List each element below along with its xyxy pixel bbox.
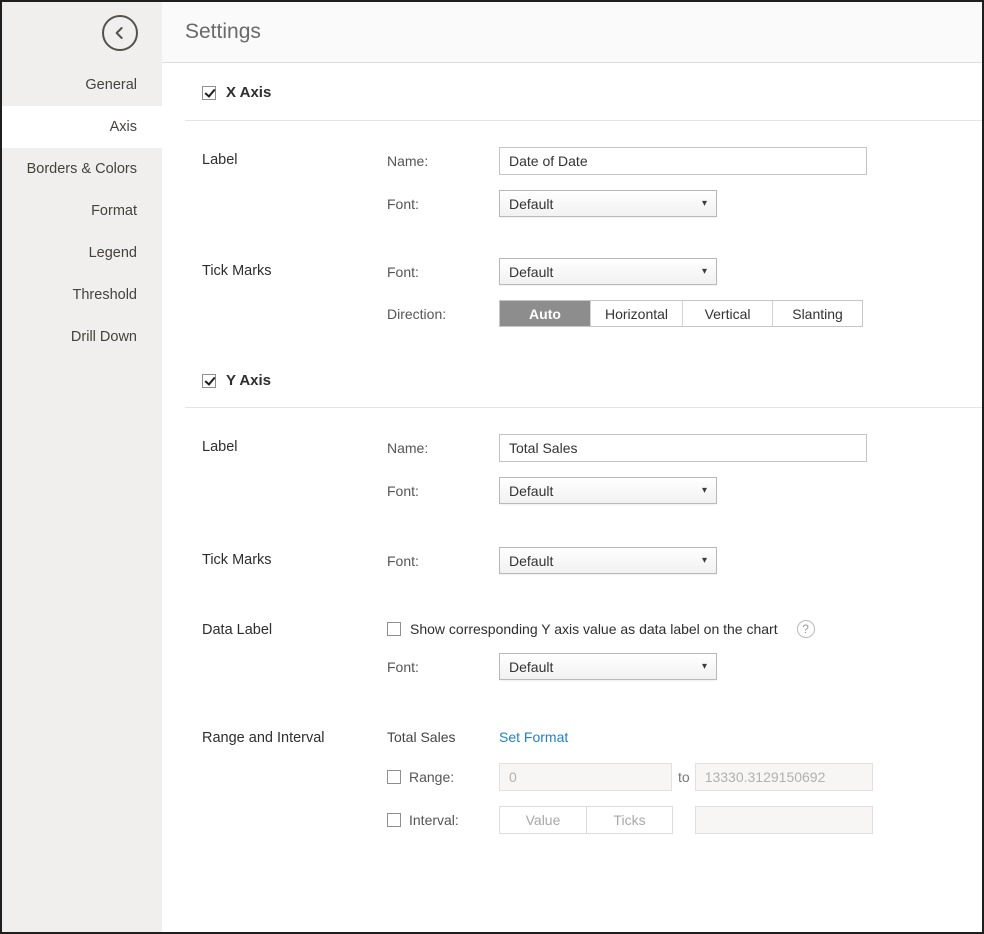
direction-option-slanting[interactable]: Slanting bbox=[772, 301, 862, 326]
sidebar-item-general[interactable]: General bbox=[2, 64, 162, 106]
y-axis-tick-font-select[interactable]: Default ▾ bbox=[499, 547, 717, 574]
dropdown-arrow-icon: ▾ bbox=[702, 267, 707, 277]
dropdown-arrow-icon: ▾ bbox=[702, 662, 707, 672]
series-name: Total Sales bbox=[387, 729, 499, 745]
selected-font: Default bbox=[509, 483, 553, 499]
y-axis-checkbox[interactable] bbox=[202, 374, 216, 388]
selected-font: Default bbox=[509, 196, 553, 212]
range-to-text: to bbox=[678, 769, 690, 785]
divider bbox=[185, 120, 982, 121]
settings-content: X Axis Label Name: Font: Default ▾ bbox=[162, 63, 982, 932]
tick-marks-section-title: Tick Marks bbox=[202, 547, 387, 589]
range-interval-section: Range and Interval Total Sales Set Forma… bbox=[185, 725, 982, 849]
sidebar-item-axis[interactable]: Axis bbox=[2, 106, 162, 148]
sidebar-nav: General Axis Borders & Colors Format Leg… bbox=[2, 64, 162, 358]
range-checkbox[interactable] bbox=[387, 770, 401, 784]
sidebar: General Axis Borders & Colors Format Leg… bbox=[2, 2, 162, 932]
x-axis-tick-marks-section: Tick Marks Font: Default ▾ Direction: Au… bbox=[185, 258, 982, 342]
interval-label: Interval: bbox=[409, 812, 499, 828]
y-axis-name-input[interactable] bbox=[499, 434, 867, 462]
back-button-area bbox=[2, 2, 162, 64]
interval-ticks-input bbox=[586, 806, 673, 834]
x-axis-tick-font-select[interactable]: Default ▾ bbox=[499, 258, 717, 285]
selected-font: Default bbox=[509, 553, 553, 569]
direction-segmented-control: Auto Horizontal Vertical Slanting bbox=[499, 300, 863, 327]
font-label: Font: bbox=[387, 553, 499, 569]
direction-option-horizontal[interactable]: Horizontal bbox=[590, 301, 682, 326]
show-data-label-checkbox[interactable] bbox=[387, 622, 401, 636]
y-axis-label-font-select[interactable]: Default ▾ bbox=[499, 477, 717, 504]
y-axis-tick-marks-section: Tick Marks Font: Default ▾ bbox=[185, 547, 982, 589]
sidebar-item-threshold[interactable]: Threshold bbox=[2, 274, 162, 316]
x-axis-checkbox[interactable] bbox=[202, 86, 216, 100]
font-label: Font: bbox=[387, 196, 499, 212]
range-interval-section-title: Range and Interval bbox=[202, 725, 387, 849]
data-label-section-title: Data Label bbox=[202, 617, 387, 695]
page-title: Settings bbox=[185, 20, 261, 44]
sidebar-item-legend[interactable]: Legend bbox=[2, 232, 162, 274]
font-label: Font: bbox=[387, 264, 499, 280]
settings-header: Settings bbox=[162, 2, 982, 63]
set-format-link[interactable]: Set Format bbox=[499, 729, 568, 745]
interval-value-ticks-pair bbox=[499, 806, 673, 834]
name-label: Name: bbox=[387, 153, 499, 169]
direction-label: Direction: bbox=[387, 306, 499, 322]
dropdown-arrow-icon: ▾ bbox=[702, 556, 707, 566]
back-button[interactable] bbox=[102, 15, 138, 51]
chevron-left-icon bbox=[110, 23, 130, 43]
data-label-font-select[interactable]: Default ▾ bbox=[499, 653, 717, 680]
font-label: Font: bbox=[387, 483, 499, 499]
interval-checkbox[interactable] bbox=[387, 813, 401, 827]
label-section-title: Label bbox=[202, 434, 387, 519]
y-axis-toggle-row: Y Axis bbox=[185, 342, 982, 407]
sidebar-item-borders-colors[interactable]: Borders & Colors bbox=[2, 148, 162, 190]
x-axis-label-font-select[interactable]: Default ▾ bbox=[499, 190, 717, 217]
range-label: Range: bbox=[409, 769, 499, 785]
tick-marks-section-title: Tick Marks bbox=[202, 258, 387, 342]
dropdown-arrow-icon: ▾ bbox=[702, 486, 707, 496]
label-section-title: Label bbox=[202, 147, 387, 232]
y-axis-label-section: Label Name: Font: Default ▾ bbox=[185, 434, 982, 519]
direction-option-vertical[interactable]: Vertical bbox=[682, 301, 772, 326]
divider bbox=[185, 407, 982, 408]
sidebar-item-drill-down[interactable]: Drill Down bbox=[2, 316, 162, 358]
help-icon[interactable]: ? bbox=[797, 620, 815, 638]
show-data-label-text: Show corresponding Y axis value as data … bbox=[410, 621, 778, 637]
x-axis-name-input[interactable] bbox=[499, 147, 867, 175]
interval-value-input bbox=[499, 806, 586, 834]
main-panel: Settings X Axis Label Name: Font: bbox=[162, 2, 982, 932]
range-min-input bbox=[499, 763, 672, 791]
data-label-section: Data Label Show corresponding Y axis val… bbox=[185, 617, 982, 695]
font-label: Font: bbox=[387, 659, 499, 675]
range-max-input bbox=[695, 763, 873, 791]
selected-font: Default bbox=[509, 659, 553, 675]
name-label: Name: bbox=[387, 440, 499, 456]
x-axis-title: X Axis bbox=[226, 84, 271, 101]
dropdown-arrow-icon: ▾ bbox=[702, 199, 707, 209]
interval-extra-input bbox=[695, 806, 873, 834]
settings-window: General Axis Borders & Colors Format Leg… bbox=[0, 0, 984, 934]
x-axis-label-section: Label Name: Font: Default ▾ bbox=[185, 147, 982, 232]
sidebar-item-format[interactable]: Format bbox=[2, 190, 162, 232]
x-axis-toggle-row: X Axis bbox=[185, 63, 982, 120]
direction-option-auto[interactable]: Auto bbox=[500, 301, 590, 326]
y-axis-title: Y Axis bbox=[226, 372, 271, 389]
selected-font: Default bbox=[509, 264, 553, 280]
